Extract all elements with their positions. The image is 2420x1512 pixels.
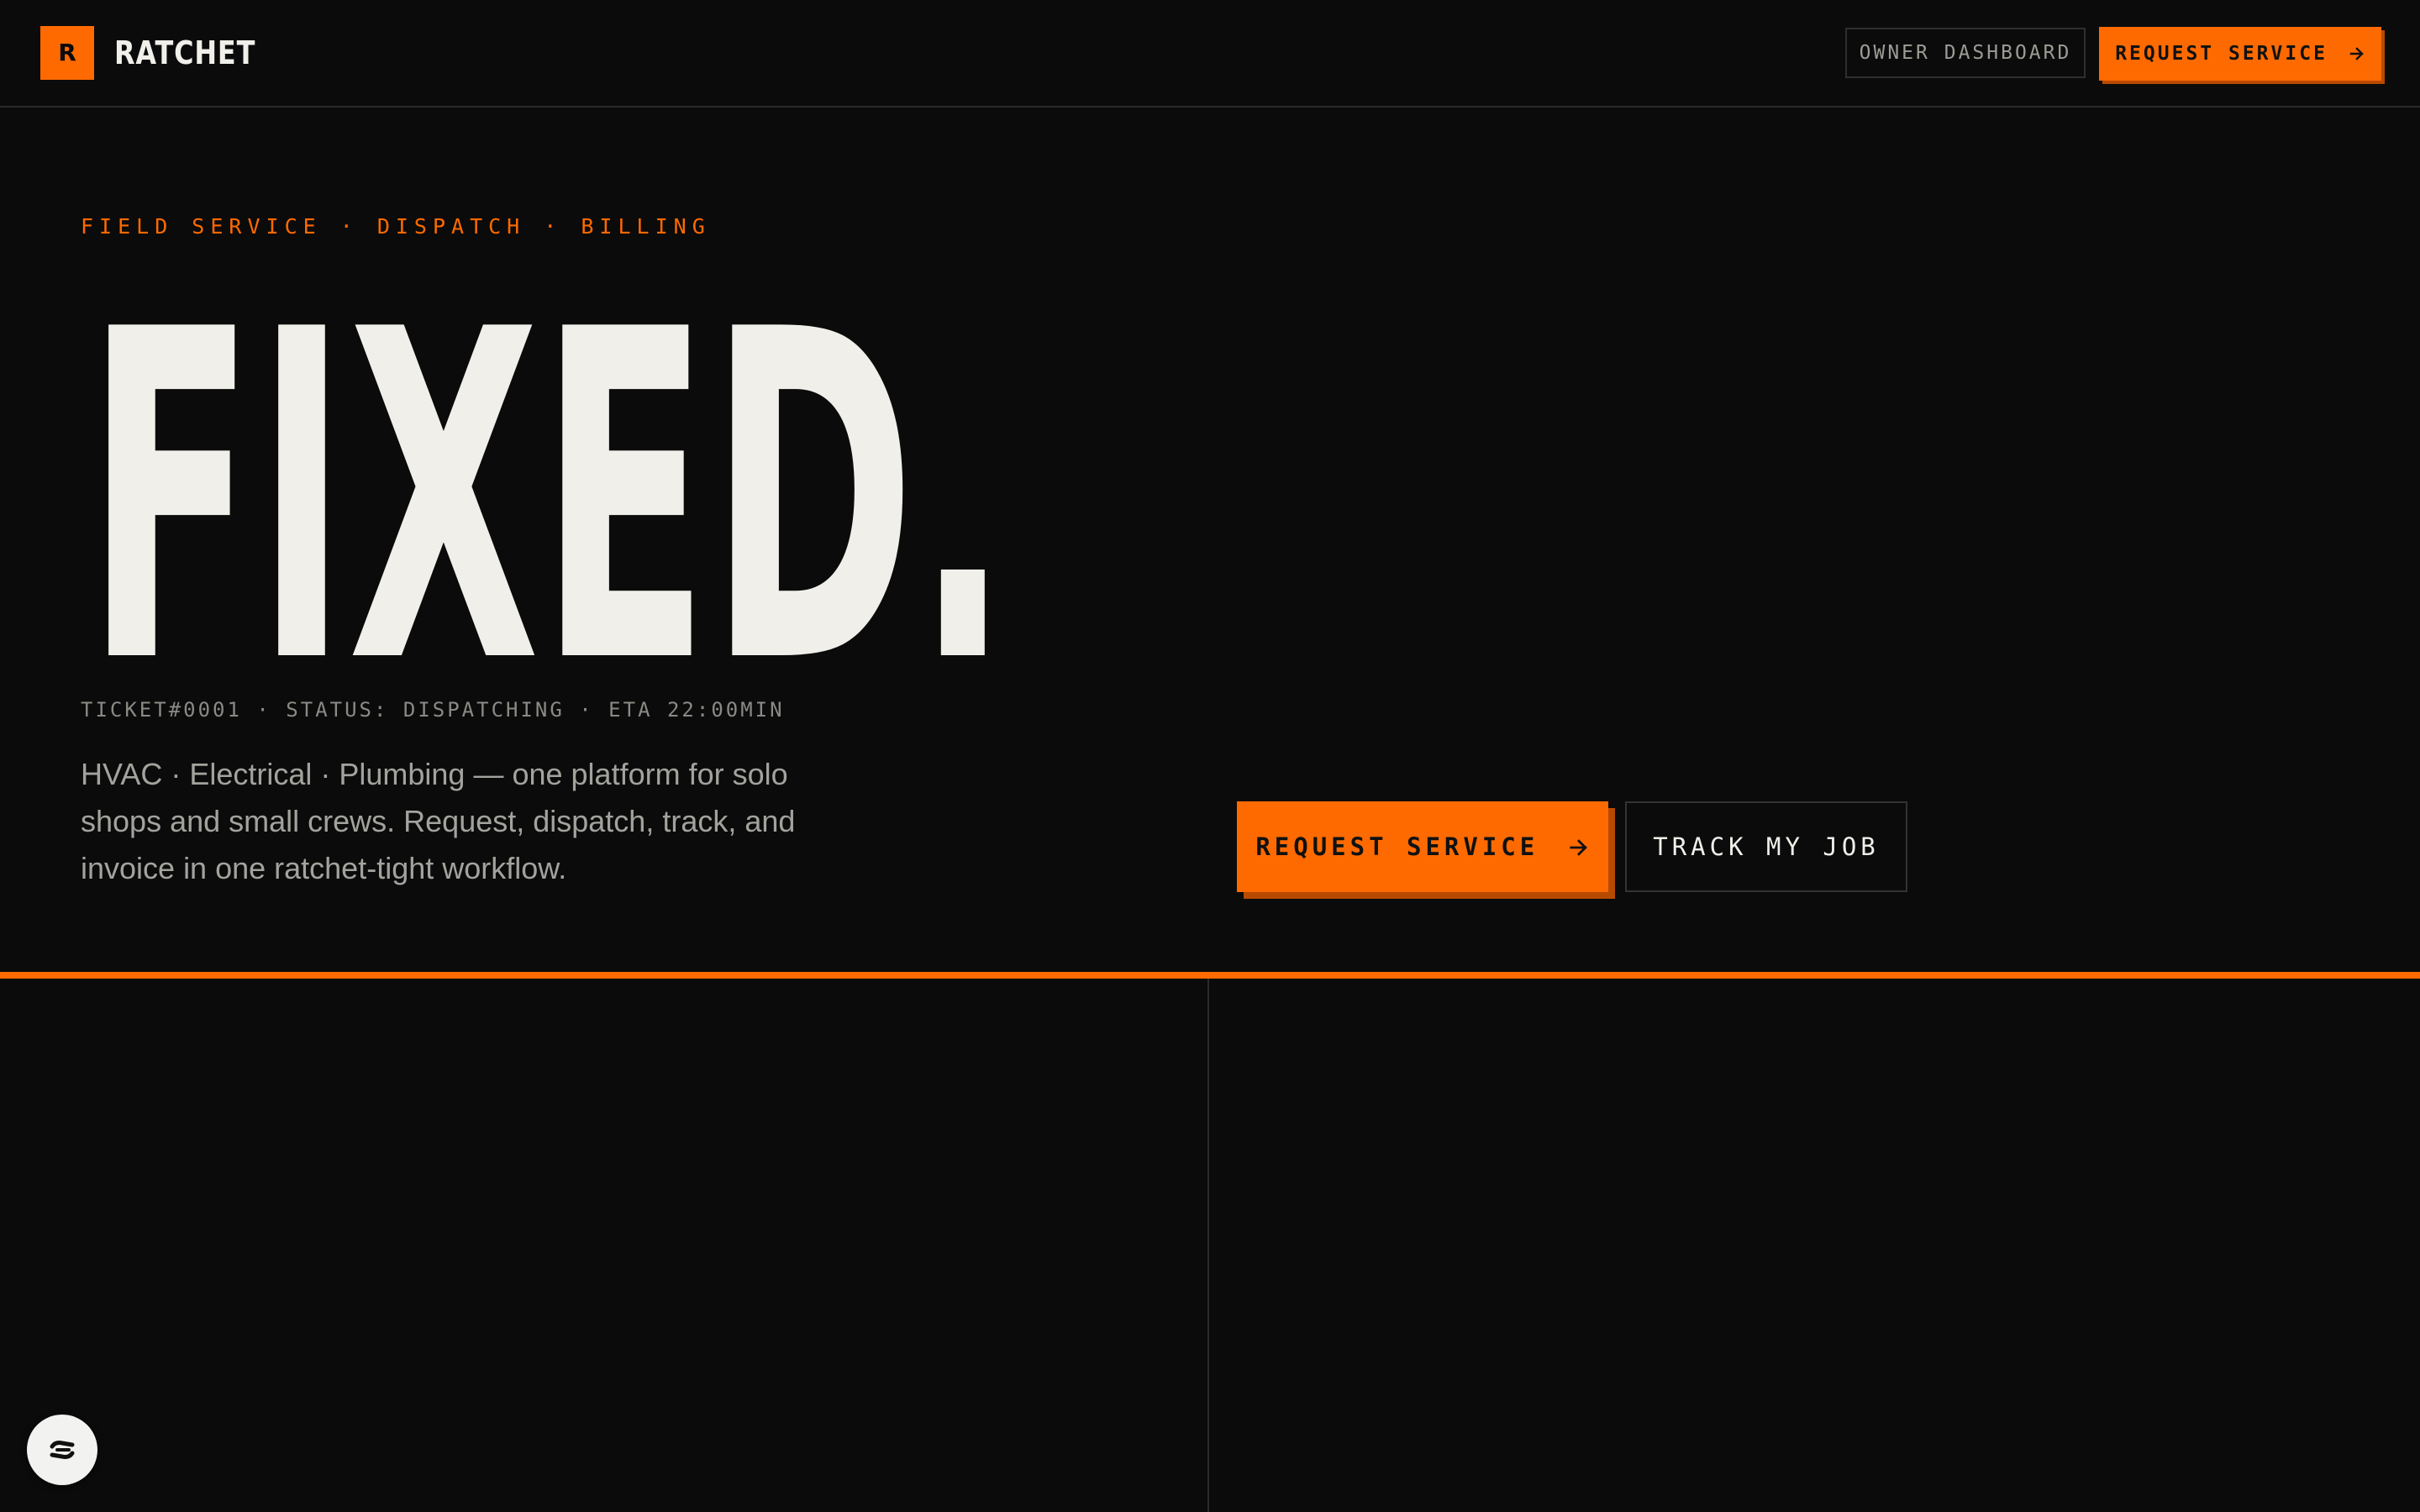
section-divider	[0, 972, 2420, 979]
hero-description: HVAC · Electrical · Plumbing — one platf…	[81, 757, 796, 885]
wrench-link-icon	[50, 1441, 75, 1459]
hero-headline-text: FIXED.	[86, 235, 1010, 706]
ticket-status-line: TICKET#0001 · STATUS: DISPATCHING · ETA …	[81, 698, 785, 722]
logo-mark[interactable]: R	[40, 26, 94, 80]
brand-name[interactable]: RATCHET	[114, 30, 255, 76]
hero-headline: FIXED.	[81, 218, 1022, 706]
lower-left-panel	[0, 979, 1209, 1512]
arrow-right-icon	[2349, 47, 2364, 60]
arrow-right-icon	[1570, 839, 1587, 856]
hero-request-service-label: REQUEST SERVICE	[1255, 832, 1539, 861]
owner-dashboard-label: OWNER DASHBOARD	[1859, 42, 2072, 64]
owner-dashboard-button[interactable]: OWNER DASHBOARD	[1845, 28, 2086, 78]
top-navigation-bar: R RATCHET OWNER DASHBOARD REQUEST SERVIC…	[0, 0, 2420, 108]
floating-help-button[interactable]	[27, 1415, 97, 1485]
hero-request-service-button[interactable]: REQUEST SERVICE	[1237, 801, 1608, 892]
track-my-job-label: TRACK MY JOB	[1653, 832, 1880, 861]
header-request-service-button[interactable]: REQUEST SERVICE	[2099, 27, 2381, 81]
lower-right-panel	[1209, 979, 2420, 1512]
logo-letter: R	[58, 39, 76, 66]
header-request-service-label: REQUEST SERVICE	[2115, 43, 2328, 65]
track-my-job-button[interactable]: TRACK MY JOB	[1625, 801, 1907, 892]
